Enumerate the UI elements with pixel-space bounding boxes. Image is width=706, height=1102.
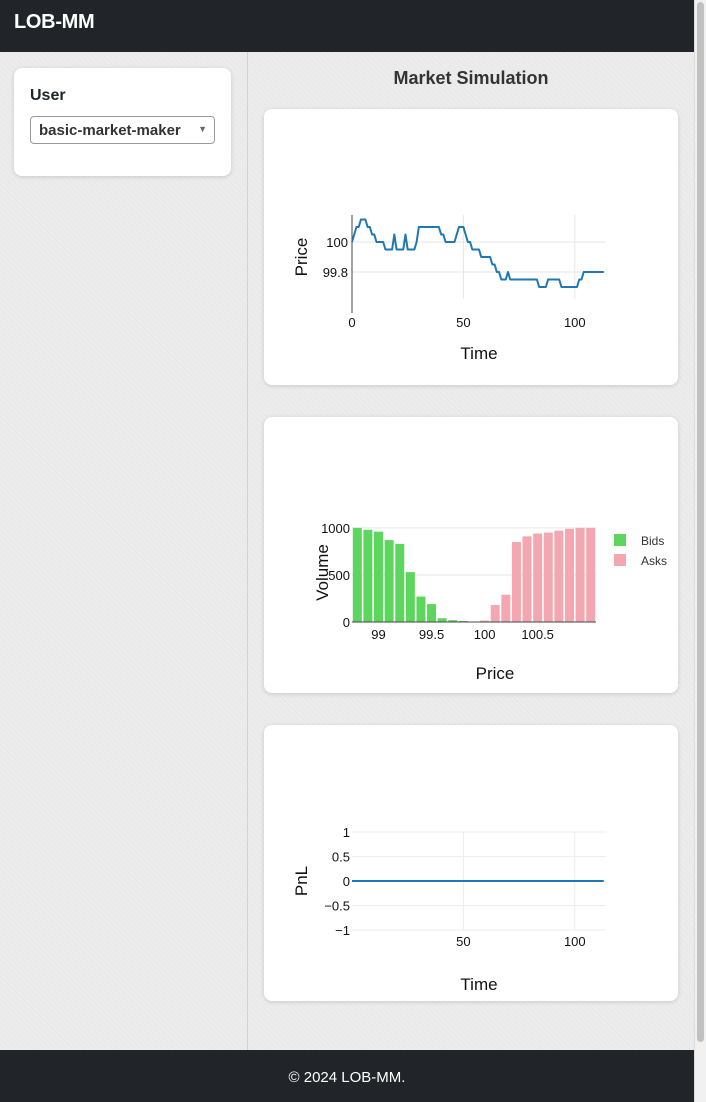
bid-bar: [427, 604, 437, 622]
y-tick-label: 0: [343, 615, 350, 630]
y-tick-label: −0.5: [324, 899, 350, 914]
x-tick-label: 100: [564, 934, 586, 949]
bid-bar: [384, 540, 394, 622]
scrollbar[interactable]: [694, 0, 706, 1102]
x-tick-label: 100: [474, 627, 496, 642]
y-axis-title: Volume: [313, 544, 332, 601]
ask-bar: [586, 527, 596, 622]
ask-bar: [554, 530, 564, 622]
user-select-value: basic-market-maker: [39, 122, 181, 139]
ask-bar: [564, 528, 574, 622]
bid-bar: [437, 618, 447, 622]
ask-bar: [533, 533, 543, 622]
ask-bar: [522, 536, 532, 622]
y-axis-title: PnL: [292, 866, 311, 896]
chevron-down-icon: ▼: [198, 124, 207, 134]
legend-label: Asks: [641, 554, 667, 568]
price-chart-card: 0 50 100 99.8 100 Time Price: [264, 109, 678, 385]
x-tick-label: 99.5: [419, 627, 444, 642]
bid-bar: [363, 529, 373, 622]
ask-bar: [575, 527, 585, 622]
bid-bar: [374, 531, 384, 622]
x-axis-title: Time: [460, 344, 497, 363]
y-tick-label: 0.5: [332, 850, 350, 865]
page-title: Market Simulation: [393, 68, 549, 88]
x-axis-title: Time: [460, 975, 497, 994]
x-tick-label: 50: [456, 315, 470, 330]
legend-label: Bids: [641, 534, 664, 548]
ask-bar: [501, 594, 511, 622]
footer-text: © 2024 LOB-MM.: [288, 1069, 406, 1086]
x-tick-label: 99: [371, 627, 385, 642]
x-tick-label: 100: [564, 315, 586, 330]
x-tick-label: 0: [348, 315, 355, 330]
footer: © 2024 LOB-MM.: [0, 1050, 694, 1102]
brand-logo[interactable]: LOB-MM: [14, 11, 95, 34]
ask-bar: [543, 532, 553, 622]
bid-bar: [395, 543, 405, 622]
price-series-line: [351, 218, 604, 288]
y-tick-label: 0: [343, 874, 350, 889]
orderbook-chart[interactable]: 99 99.5 100 100.505001000BidsAsksPriceVolum…: [264, 417, 678, 693]
y-tick-label: 1000: [321, 521, 350, 536]
y-tick-label: 99.8: [323, 265, 348, 280]
ask-bar: [490, 605, 500, 622]
scrollbar-thumb[interactable]: [697, 2, 704, 1042]
sidebar: User basic-market-maker ▼: [0, 52, 248, 1050]
price-chart[interactable]: 0 50 100 99.8 100 Time Price: [264, 109, 678, 385]
y-tick-label: 100: [326, 235, 348, 250]
user-card: User basic-market-maker ▼: [14, 68, 231, 176]
x-tick-label: 100.5: [521, 627, 554, 642]
x-axis-title: Price: [476, 664, 515, 683]
pnl-chart-card: 50 100 −1 −0.5 0 0.5 1 Time PnL: [264, 725, 678, 1001]
bid-bar: [416, 596, 426, 622]
legend-swatch: [614, 554, 626, 566]
bid-bar: [352, 527, 362, 622]
x-tick-label: 50: [456, 934, 470, 949]
ask-bar: [511, 542, 521, 622]
y-tick-label: 1: [343, 825, 350, 840]
y-axis-title: Price: [292, 238, 311, 277]
user-select[interactable]: basic-market-maker ▼: [30, 116, 215, 144]
orderbook-chart-card: 99 99.5 100 100.5 0 500 1000 Bids Asks Price Volum…: [264, 417, 678, 693]
user-label: User: [30, 87, 66, 104]
y-tick-label: −1: [335, 923, 350, 938]
legend-swatch: [614, 534, 626, 546]
navbar: LOB-MM: [0, 0, 694, 52]
pnl-chart[interactable]: 50 100 −1 −0.5 0 0.5 1 Time PnL: [264, 725, 678, 1001]
bid-bar: [405, 572, 415, 622]
